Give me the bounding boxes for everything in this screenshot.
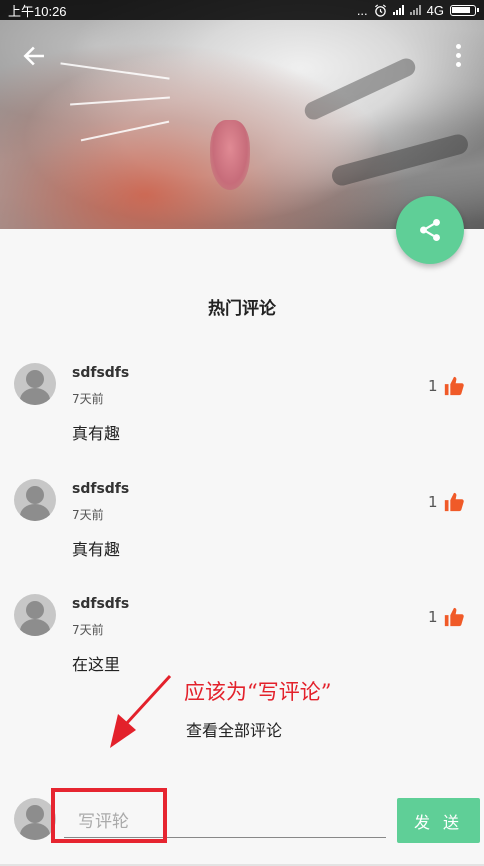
comment-author[interactable]: sdfsdfs xyxy=(72,365,129,381)
send-button[interactable]: 发 送 xyxy=(397,798,480,843)
back-button[interactable] xyxy=(18,40,50,72)
comment-text: 真有趣 xyxy=(72,540,121,559)
view-all-comments-link[interactable]: 查看全部评论 xyxy=(186,717,282,741)
annotation-text: 应该为“写评论” xyxy=(184,680,332,704)
thumbs-up-icon xyxy=(444,376,464,396)
thumbs-up-icon xyxy=(444,607,464,627)
share-button[interactable] xyxy=(396,196,464,264)
hero-image-detail xyxy=(329,132,471,188)
battery-icon xyxy=(450,4,479,16)
avatar xyxy=(14,798,56,840)
signal-icon xyxy=(392,5,404,15)
avatar[interactable] xyxy=(14,594,56,636)
hero-image-detail xyxy=(60,62,170,80)
alarm-icon xyxy=(374,3,386,17)
comment-author[interactable]: sdfsdfs xyxy=(72,481,129,497)
comment-time: 7天前 xyxy=(72,392,104,406)
like-button[interactable]: 1 xyxy=(428,491,465,513)
status-icons: ... 4G xyxy=(356,2,479,18)
comment-item: sdfsdfs 7天前 真有趣 1 xyxy=(0,363,484,468)
comment-text: 真有趣 xyxy=(72,424,121,443)
annotation-arrow xyxy=(110,674,172,748)
like-count: 1 xyxy=(428,608,438,626)
comment-author[interactable]: sdfsdfs xyxy=(72,596,129,612)
like-count: 1 xyxy=(428,377,438,395)
more-options-button[interactable] xyxy=(446,40,470,72)
hero-image-detail xyxy=(210,120,250,190)
comment-composer: 发 送 xyxy=(0,788,484,866)
hero-image-detail xyxy=(301,55,419,123)
status-time: 上午10:26 xyxy=(8,3,67,19)
status-dots: ... xyxy=(356,2,368,18)
like-count: 1 xyxy=(428,493,438,511)
comment-time: 7天前 xyxy=(72,508,104,522)
hero-image-detail xyxy=(70,96,170,106)
thumbs-up-icon xyxy=(444,492,464,512)
signal-icon xyxy=(409,5,421,15)
like-button[interactable]: 1 xyxy=(428,606,465,628)
share-icon xyxy=(420,218,440,242)
status-bar: 上午10:26 ... 4G xyxy=(0,0,484,20)
hero-image-detail xyxy=(80,120,170,142)
comment-time: 7天前 xyxy=(72,623,104,637)
section-title: 热门评论 xyxy=(208,299,276,319)
annotation-highlight-box xyxy=(51,788,167,843)
arrow-left-icon xyxy=(23,46,44,66)
like-button[interactable]: 1 xyxy=(428,375,465,397)
avatar[interactable] xyxy=(14,363,56,405)
more-vertical-icon xyxy=(446,44,470,67)
avatar[interactable] xyxy=(14,479,56,521)
network-type: 4G xyxy=(426,2,444,18)
comment-item: sdfsdfs 7天前 真有趣 1 xyxy=(0,479,484,584)
hero-image xyxy=(0,0,484,229)
